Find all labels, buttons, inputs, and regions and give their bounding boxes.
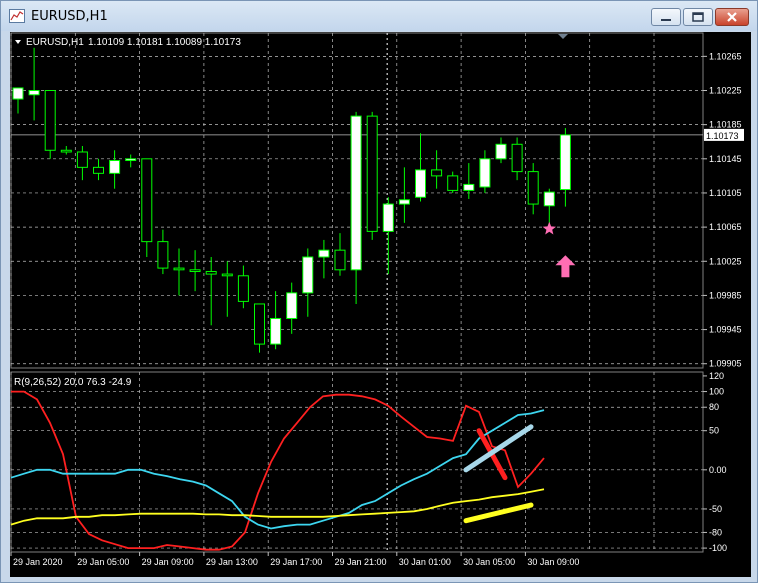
symbol-dropdown-icon[interactable]: [15, 40, 21, 44]
candle-body[interactable]: [76, 151, 88, 168]
close-button[interactable]: [715, 8, 749, 26]
x-tick-label: 30 Jan 01:00: [399, 557, 451, 567]
y-tick-label: 1.10025: [709, 256, 742, 266]
price-panel: [11, 47, 703, 353]
ohlc-header: 1.10109 1.10181 1.10089 1.10173: [88, 37, 241, 48]
candle-body[interactable]: [334, 249, 346, 271]
indicator-label: R(9,26,52) 20.0 76.3 -24.9: [14, 377, 132, 388]
chart-canvas[interactable]: 29 Jan 2020 29 Jan 05:00 29 Jan 09:00 29 Ja…: [10, 32, 751, 577]
y-tick-label: 1.10185: [709, 120, 742, 130]
title-bar: EURUSD,H1: [1, 1, 757, 31]
candle-body[interactable]: [382, 203, 394, 232]
indicator-panel: [10, 390, 545, 551]
candle-body[interactable]: [543, 191, 555, 207]
y-tick-label: 1.09985: [709, 290, 742, 300]
indicator-y-tick-label: 120: [709, 371, 724, 381]
candle-body[interactable]: [221, 273, 233, 277]
y-tick-label: 1.10065: [709, 222, 742, 232]
indicator-y-tick-label: 100: [709, 387, 724, 397]
symbol-label: EURUSD,H1: [26, 37, 84, 48]
indicator-y-tick-label: -50: [709, 504, 722, 514]
candle-body[interactable]: [60, 149, 72, 153]
candle-body[interactable]: [318, 249, 330, 258]
candle-body[interactable]: [398, 199, 410, 205]
candle-body[interactable]: [366, 115, 378, 232]
y-tick-label: 1.10225: [709, 86, 742, 96]
candle-body[interactable]: [463, 183, 475, 191]
maximize-button[interactable]: [683, 8, 713, 26]
terminal-window: EURUSD,H1 29 Jan 2020 29 Jan 05:00 29 Jan …: [0, 0, 758, 583]
chart-area[interactable]: 29 Jan 2020 29 Jan 05:00 29 Jan 09:00 29 Ja…: [10, 32, 751, 577]
candle-body[interactable]: [415, 169, 426, 198]
x-tick-label: 29 Jan 21:00: [335, 557, 387, 567]
indicator-y-tick-label: 50: [709, 426, 719, 436]
indicator-y-tick-label: -80: [709, 527, 722, 537]
minimize-icon: [661, 19, 671, 21]
close-icon: [727, 12, 737, 22]
chart-window-icon: [9, 9, 25, 23]
candle-body[interactable]: [495, 143, 507, 160]
y-tick-label: 1.09945: [709, 325, 742, 335]
candle-body[interactable]: [205, 271, 217, 275]
candle-body[interactable]: [447, 175, 459, 191]
x-tick-label: 29 Jan 13:00: [206, 557, 258, 567]
candle-body[interactable]: [28, 90, 40, 96]
candle-body[interactable]: [286, 292, 298, 319]
candle-body[interactable]: [270, 317, 282, 345]
candle-body[interactable]: [559, 134, 571, 191]
indicator-panel-frame: [10, 371, 704, 553]
candle-body[interactable]: [431, 169, 443, 177]
candle-body[interactable]: [157, 241, 169, 269]
candle-body[interactable]: [527, 171, 539, 205]
x-tick-label: 29 Jan 17:00: [270, 557, 322, 567]
y-tick-label: 1.10145: [709, 154, 742, 164]
minimize-button[interactable]: [651, 8, 681, 26]
x-tick-label: 29 Jan 05:00: [77, 557, 129, 567]
maximize-icon: [692, 12, 704, 22]
candle-body[interactable]: [479, 158, 491, 188]
x-tick-label: 30 Jan 05:00: [463, 557, 515, 567]
candle-body[interactable]: [189, 269, 201, 273]
candle-body[interactable]: [254, 303, 265, 345]
current-price-label: 1.10173: [706, 131, 739, 141]
x-tick-label: 29 Jan 2020: [13, 557, 63, 567]
indicator-y-tick-label: 80: [709, 402, 719, 412]
candle-body[interactable]: [141, 158, 153, 243]
candle-body[interactable]: [302, 256, 314, 294]
star-marker-icon: [542, 221, 556, 235]
window-title: EURUSD,H1: [31, 9, 108, 24]
y-tick-label: 1.10265: [709, 51, 742, 61]
shift-marker-icon[interactable]: [558, 34, 568, 39]
candle-body[interactable]: [109, 160, 121, 174]
candle-body[interactable]: [12, 87, 24, 100]
x-tick-label: 29 Jan 09:00: [142, 557, 194, 567]
annotation-stroke: [463, 502, 534, 524]
x-tick-label: 30 Jan 09:00: [527, 557, 579, 567]
candle-body[interactable]: [93, 166, 104, 174]
candle-body[interactable]: [350, 115, 362, 271]
candle-body[interactable]: [173, 267, 185, 271]
candle-body[interactable]: [125, 158, 137, 162]
indicator-y-tick-label: -100: [709, 543, 727, 553]
up-arrow-marker-icon: [555, 255, 576, 278]
y-tick-label: 1.09905: [709, 359, 742, 369]
candle-body[interactable]: [44, 90, 56, 151]
y-tick-label: 1.10105: [709, 188, 742, 198]
candle-body[interactable]: [511, 143, 523, 173]
indicator-y-tick-label: 0.00: [709, 465, 727, 475]
candle-body[interactable]: [237, 275, 249, 302]
